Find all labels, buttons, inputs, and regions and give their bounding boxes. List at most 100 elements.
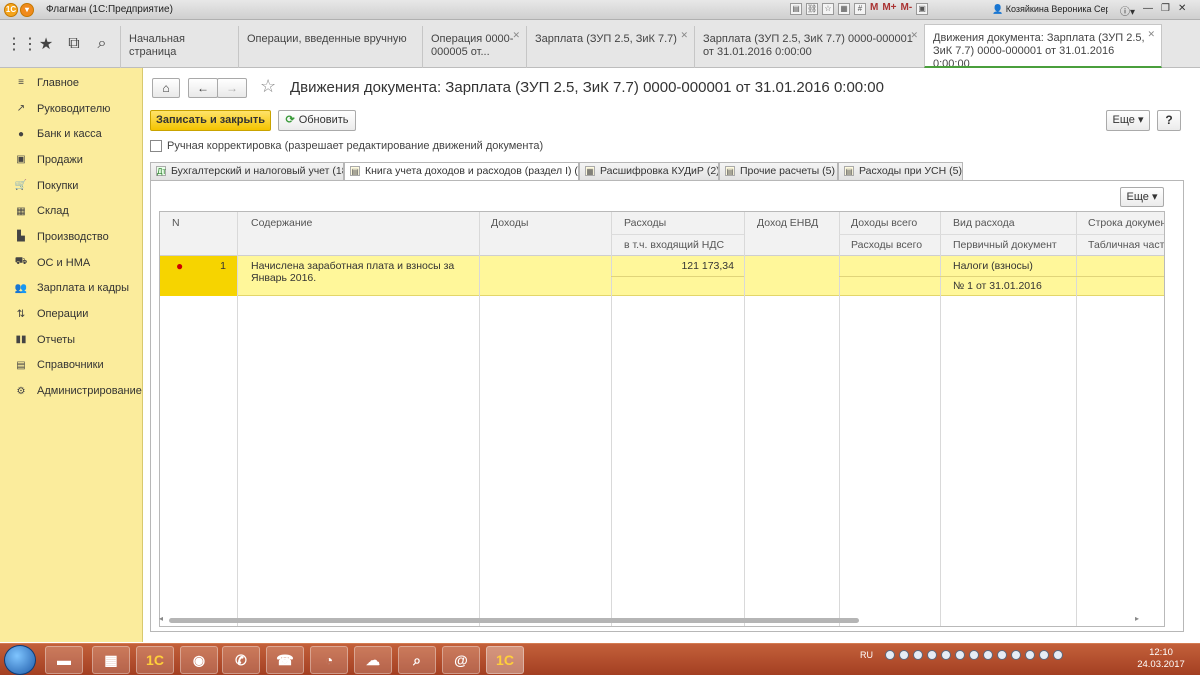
user-name[interactable]: 👤 Козяйкина Вероника Сер... [992, 4, 1108, 15]
star-icon[interactable]: ★ [34, 34, 58, 54]
search-icon[interactable]: ⌕ [90, 35, 114, 53]
help-button[interactable]: ? [1157, 110, 1181, 131]
header-table-part[interactable]: Табличная часть [1088, 239, 1164, 251]
tab-kudir-details[interactable]: ▦ Расшифровка КУДиР (2) [579, 162, 719, 180]
tray-update-icon[interactable] [941, 650, 951, 660]
scroll-left-icon[interactable]: ◂ [159, 614, 163, 623]
more-button[interactable]: Еще ▾ [1106, 110, 1150, 131]
favorite-star-icon[interactable]: ☆ [260, 76, 276, 97]
tray-network-icon[interactable] [1011, 650, 1021, 660]
minimize-icon[interactable]: — [1143, 3, 1153, 18]
scroll-right-icon[interactable]: ▸ [1135, 614, 1139, 623]
close-tab-icon[interactable]: ✕ [1147, 28, 1155, 41]
sidebar-item-assets[interactable]: ⛟ ОС и НМА [0, 250, 142, 276]
tray-skype-icon[interactable] [899, 650, 909, 660]
table-more-button[interactable]: Еще ▾ [1120, 187, 1164, 207]
1c-active-window-icon[interactable]: 1С [486, 646, 524, 674]
tab-manual-operations[interactable]: Операции, введенные вручную [238, 26, 422, 68]
mail-agent-icon[interactable]: @ [442, 646, 480, 674]
tab-salary[interactable]: Зарплата (ЗУП 2.5, ЗиК 7.7) ✕ [526, 26, 694, 68]
tray-viber-icon[interactable] [885, 650, 895, 660]
header-n[interactable]: N [172, 217, 180, 229]
tab-salary-doc[interactable]: Зарплата (ЗУП 2.5, ЗиК 7.7) 0000-000001 … [694, 26, 924, 68]
link-icon[interactable]: ⛓ [806, 3, 818, 15]
horizontal-scrollbar[interactable]: ◂ ▸ [159, 614, 1139, 624]
print-icon[interactable]: ▤ [790, 3, 802, 15]
header-expenses-total[interactable]: Расходы всего [851, 239, 922, 251]
header-expenses[interactable]: Расходы [624, 217, 666, 229]
tray-app-icon[interactable] [997, 650, 1007, 660]
tray-mail-icon[interactable] [969, 650, 979, 660]
close-tab-icon[interactable]: ✕ [910, 29, 918, 42]
sidebar-item-admin[interactable]: ⚙ Администрирование [0, 378, 142, 404]
phone-icon[interactable]: ☎ [266, 646, 304, 674]
tab-income-book[interactable]: ▤ Книга учета доходов и расходов (раздел … [344, 162, 579, 181]
sidebar-item-production[interactable]: ▙ Производство [0, 224, 142, 250]
header-income-total[interactable]: Доходы всего [851, 217, 917, 229]
sidebar-item-warehouse[interactable]: ▦ Склад [0, 198, 142, 224]
apps-icon[interactable]: ⋮⋮ [6, 34, 38, 54]
tab-operation[interactable]: Операция 0000-000005 от... ✕ [422, 26, 526, 68]
cloud-icon[interactable]: ☁ [354, 646, 392, 674]
winrar-icon[interactable]: ▦ [92, 646, 130, 674]
memory-minus-button[interactable]: M- [901, 3, 913, 15]
refresh-button[interactable]: ⟳ Обновить [278, 110, 356, 131]
tray-flag-icon[interactable] [1025, 650, 1035, 660]
tray-app-icon[interactable] [955, 650, 965, 660]
history-icon[interactable]: ⧉ [62, 35, 86, 53]
tray-volume-icon[interactable] [1053, 650, 1063, 660]
header-income[interactable]: Доходы [491, 217, 528, 229]
calendar-icon[interactable]: ▦ [838, 3, 850, 15]
favorite-icon[interactable]: ☆ [822, 3, 834, 15]
sidebar-item-operations[interactable]: ⇅ Операции [0, 301, 142, 327]
header-envd[interactable]: Доход ЕНВД [757, 217, 818, 229]
chrome-icon[interactable]: ◉ [180, 646, 218, 674]
sidebar-item-salary[interactable]: 👥 Зарплата и кадры [0, 276, 142, 302]
tab-usn-expenses[interactable]: ▤ Расходы при УСН (5) [838, 162, 963, 180]
header-content[interactable]: Содержание [251, 217, 312, 229]
header-doc-line[interactable]: Строка документа [1088, 217, 1164, 229]
header-expenses-vat[interactable]: в т.ч. входящий НДС [624, 239, 724, 251]
close-tab-icon[interactable]: ✕ [680, 29, 688, 42]
start-button[interactable] [4, 645, 36, 675]
tray-battery-icon[interactable] [1039, 650, 1049, 660]
checkbox-box[interactable] [150, 140, 162, 152]
sidebar-item-bank[interactable]: ● Банк и касса [0, 121, 142, 147]
tray-chrome-icon[interactable] [927, 650, 937, 660]
sidebar-item-manager[interactable]: ↗ Руководителю [0, 96, 142, 122]
clock-app-icon[interactable]: ◔ [310, 646, 348, 674]
app-menu-icon[interactable]: ▾ [20, 3, 34, 17]
tab-accounting[interactable]: Дт Бухгалтерский и налоговый учет (18) [150, 162, 344, 180]
restore-icon[interactable]: ❐ [1161, 3, 1170, 18]
header-primary-doc[interactable]: Первичный документ [953, 239, 1057, 251]
1c-app-icon[interactable]: 1С [136, 646, 174, 674]
tab-home[interactable]: Начальная страница [120, 26, 238, 68]
search-app-icon[interactable]: ⌕ [398, 646, 436, 674]
close-icon[interactable]: ✕ [1178, 3, 1186, 18]
save-and-close-button[interactable]: Записать и закрыть [150, 110, 271, 131]
header-expense-type[interactable]: Вид расхода [953, 217, 1015, 229]
panel-icon[interactable]: ▣ [916, 3, 929, 15]
memory-m-button[interactable]: M [870, 3, 878, 15]
sidebar-item-sales[interactable]: ▣ Продажи [0, 147, 142, 173]
sidebar-item-purchases[interactable]: 🛒 Покупки [0, 173, 142, 199]
language-indicator[interactable]: RU [860, 650, 873, 660]
calc-icon[interactable]: # [854, 3, 866, 15]
viber-icon[interactable]: ✆ [222, 646, 260, 674]
sidebar-item-catalogs[interactable]: ▤ Справочники [0, 353, 142, 379]
back-button[interactable]: ← [188, 78, 218, 98]
home-button[interactable]: ⌂ [152, 78, 180, 98]
tray-icq-icon[interactable] [983, 650, 993, 660]
close-tab-icon[interactable]: ✕ [512, 29, 520, 42]
manual-edit-checkbox[interactable]: Ручная корректировка (разрешает редактир… [150, 140, 543, 152]
explorer-icon[interactable]: ▬ [45, 646, 83, 674]
info-icon[interactable]: ⓘ▾ [1120, 3, 1135, 18]
memory-plus-button[interactable]: M+ [882, 3, 896, 15]
taskbar-clock[interactable]: 12:10 24.03.2017 [1130, 647, 1192, 671]
sidebar-item-reports[interactable]: ▮▮ Отчеты [0, 327, 142, 353]
app-logo-icon[interactable]: 1С [4, 3, 18, 17]
sidebar-item-main[interactable]: ≡ Главное [0, 70, 142, 96]
tab-other-settlements[interactable]: ▤ Прочие расчеты (5) [719, 162, 838, 180]
forward-button[interactable]: → [217, 78, 247, 98]
tray-app-icon[interactable] [913, 650, 923, 660]
